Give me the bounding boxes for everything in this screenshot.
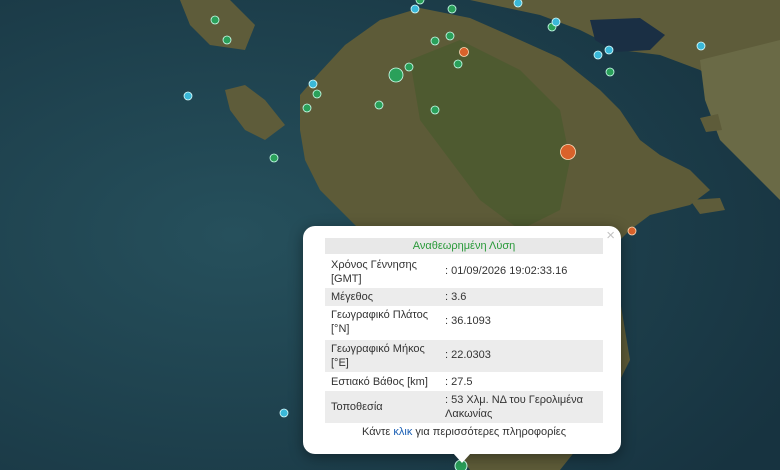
quake-marker[interactable] xyxy=(308,79,318,89)
quake-marker[interactable] xyxy=(312,89,322,99)
row-value: : 01/09/2026 19:02:33.16 xyxy=(445,265,568,277)
quake-marker[interactable] xyxy=(447,4,457,14)
earthquake-popup: × Αναθεωρημένη Λύση Χρόνος Γέννησης [GMT… xyxy=(303,226,621,463)
quake-marker[interactable] xyxy=(279,408,289,418)
quake-marker[interactable] xyxy=(404,62,414,72)
row-value: : 27.5 xyxy=(445,376,473,388)
popup-tip xyxy=(453,453,471,463)
row-label: Μέγεθος xyxy=(331,291,374,303)
row-label: Γεωγραφικό Πλάτος [°N] xyxy=(331,309,429,335)
quake-marker[interactable] xyxy=(459,47,469,57)
quake-marker[interactable] xyxy=(388,67,404,83)
close-icon[interactable]: × xyxy=(606,228,615,244)
row-value: : 22.0303 xyxy=(445,349,491,361)
more-info-link[interactable]: κλικ xyxy=(393,426,412,438)
quake-marker[interactable] xyxy=(513,0,523,8)
row-value: : 36.1093 xyxy=(445,315,491,327)
quake-marker[interactable] xyxy=(445,31,455,41)
quake-marker[interactable] xyxy=(410,4,420,14)
footer-prefix: Κάντε xyxy=(362,426,391,438)
row-value: : 3.6 xyxy=(445,291,467,303)
row-depth: Εστιακό Βάθος [km] : 27.5 xyxy=(325,373,603,391)
quake-marker[interactable] xyxy=(269,153,279,163)
quake-marker[interactable] xyxy=(593,50,603,60)
quake-marker[interactable] xyxy=(210,15,220,25)
row-label: Χρόνος Γέννησης [GMT] xyxy=(331,259,417,285)
quake-marker[interactable] xyxy=(627,226,637,236)
quake-marker[interactable] xyxy=(302,103,312,113)
quake-marker[interactable] xyxy=(604,45,614,55)
row-value: : 53 Χλμ. ΝΔ του Γερολιμένα Λακωνίας xyxy=(445,394,583,420)
row-magnitude: Μέγεθος : 3.6 xyxy=(325,288,603,306)
row-label: Εστιακό Βάθος [km] xyxy=(331,376,428,388)
quake-marker[interactable] xyxy=(374,100,384,110)
popup-header: Αναθεωρημένη Λύση xyxy=(325,238,603,254)
row-longitude: Γεωγραφικό Μήκος [°E] : 22.0303 xyxy=(325,340,603,372)
quake-marker[interactable] xyxy=(551,17,561,27)
row-location: Τοποθεσία : 53 Χλμ. ΝΔ του Γερολιμένα Λα… xyxy=(325,391,603,423)
quake-marker[interactable] xyxy=(453,59,463,69)
row-origin-time: Χρόνος Γέννησης [GMT] : 01/09/2026 19:02… xyxy=(325,256,603,288)
quake-marker[interactable] xyxy=(183,91,193,101)
quake-marker[interactable] xyxy=(430,36,440,46)
quake-marker[interactable] xyxy=(430,105,440,115)
quake-marker[interactable] xyxy=(696,41,706,51)
quake-marker[interactable] xyxy=(222,35,232,45)
quake-marker[interactable] xyxy=(605,67,615,77)
row-latitude: Γεωγραφικό Πλάτος [°N] : 36.1093 xyxy=(325,306,603,338)
row-label: Γεωγραφικό Μήκος [°E] xyxy=(331,343,425,369)
quake-marker[interactable] xyxy=(560,144,576,160)
row-label: Τοποθεσία xyxy=(331,401,383,413)
footer-suffix: για περισσότερες πληροφορίες xyxy=(415,426,566,438)
popup-footer: Κάντε κλικ για περισσότερες πληροφορίες xyxy=(325,426,603,438)
